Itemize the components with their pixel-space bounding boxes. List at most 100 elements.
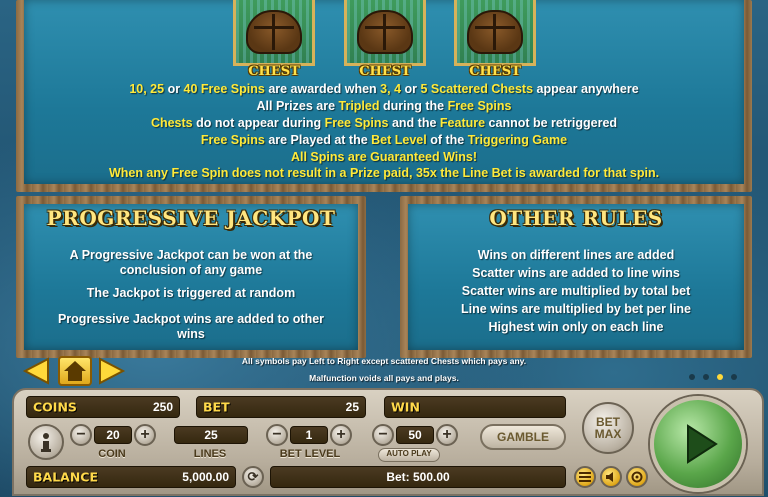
highlight-text: Bet Level [371,133,427,147]
home-icon [64,361,86,381]
chest-label-1: CHEST [248,64,300,79]
rule-line: Free Spins are Played at the Bet Level o… [26,133,742,147]
total-bet-value: Bet: 500.00 [386,470,450,484]
progressive-text-1: A Progressive Jackpot can be won at the … [69,248,313,277]
bet-label: BET [203,399,230,415]
bet-max-button[interactable]: BET MAX [582,402,634,454]
speaker-icon [606,472,613,482]
progressive-jackpot-title: PROGRESSIVE JACKPOT [46,206,336,230]
bet-level-value: 1 [305,428,313,442]
highlight-text: Chests [150,116,193,130]
chest-icon [357,10,413,54]
other-rules-title: OTHER RULES [489,206,663,230]
previous-page-button[interactable] [22,357,52,385]
rule-text: are Played at the [264,133,372,147]
coin-decrease-button[interactable]: − [70,424,92,446]
autoplay-value: 50 [408,428,422,442]
coins-display: COINS 250 [26,396,180,418]
settings-icon [631,471,643,483]
balance-value: 5,000.00 [182,470,229,484]
other-rule-1: Wins on different lines are added [477,248,675,262]
highlight-text: Feature [439,116,486,130]
autoplay-increase-button[interactable]: + [436,424,458,446]
progressive-text-3: Progressive Jackpot wins are added to ot… [57,312,325,341]
rule-text: and the [388,116,440,130]
settings-button[interactable] [626,466,648,488]
bet-level-increase-button[interactable]: + [330,424,352,446]
rule-text: of the [426,133,468,147]
rule-text: do not appear during [192,116,325,130]
autoplay-button[interactable]: AUTO PLAY [378,448,440,462]
lines-label: LINES [193,448,227,460]
coin-display: 20 [94,426,132,444]
bet-level-label: BET LEVEL [279,448,341,460]
bet-max-label: BET MAX [594,415,622,441]
other-rule-4: Line wins are multiplied by bet per line [461,302,691,316]
chest-icon [246,10,302,54]
chest-symbol-2 [344,0,426,66]
info-button[interactable] [28,424,64,460]
next-page-button[interactable] [96,357,126,385]
autoplay-decrease-button[interactable]: − [372,424,394,446]
gamble-button[interactable]: GAMBLE [480,424,566,450]
play-icon [687,424,718,464]
rule-line: When any Free Spin does not result in a … [26,166,742,180]
progressive-text-2: The Jackpot is triggered at random [86,286,296,300]
highlight-text: 40 Free Spins [183,82,265,96]
rule-text: cannot be retriggered [485,116,618,130]
rule-text: or [164,82,184,96]
rule-text: appear anywhere [533,82,639,96]
bet-display: BET 25 [196,396,366,418]
rule-text: All Prizes are [256,99,339,113]
balance-label: BALANCE [33,469,99,485]
refresh-icon: ⟳ [247,469,259,484]
rule-line: All Spins are Guaranteed Wins! [26,150,742,164]
sound-button[interactable] [600,466,622,488]
chest-symbol-1 [233,0,315,66]
highlight-text: 10, 25 [129,82,165,96]
coin-value: 20 [106,428,120,442]
rule-line: All Prizes are Tripled during the Free S… [26,99,742,113]
coin-increase-button[interactable]: + [134,424,156,446]
rule-text: are awarded when [264,82,381,96]
coin-label: COIN [98,448,126,460]
rule-line: 10, 25 or 40 Free Spins are awarded when… [26,82,742,96]
chest-label-3: CHEST [469,64,521,79]
total-bet-display: Bet: 500.00 [270,466,566,488]
bet-level-display: 1 [290,426,328,444]
other-rule-2: Scatter wins are added to line wins [472,266,680,280]
page-indicator [689,374,737,380]
menu-button[interactable] [574,466,596,488]
info-icon [41,433,51,452]
bet-level-decrease-button[interactable]: − [266,424,288,446]
highlight-text: Tripled [338,99,380,113]
menu-icon [579,472,591,482]
highlight-text: Free Spins [200,133,265,147]
other-rule-5: Highest win only on each line [488,320,664,334]
highlight-text: 5 Scattered Chests [420,82,534,96]
rule-text: or [401,82,421,96]
home-button[interactable] [58,356,92,386]
other-rules-panel: OTHER RULES Wins on different lines are … [408,204,744,350]
spin-button[interactable] [650,396,746,492]
highlight-text: Free Spins [324,116,389,130]
lines-value: 25 [204,428,218,442]
autoplay-display: 50 [396,426,434,444]
coins-label: COINS [33,399,77,415]
highlight-text: 3, 4 [380,82,402,96]
rule-line: Chests do not appear during Free Spins a… [26,116,742,130]
highlight-text: Triggering Game [467,133,568,147]
win-display: WIN [384,396,566,418]
chest-symbol-3 [454,0,536,66]
rule-text: during the [379,99,448,113]
highlight-text: All Spins are Guaranteed Wins! [290,150,478,164]
other-rule-3: Scatter wins are multiplied by total bet [461,284,691,298]
chest-icon [467,10,523,54]
progressive-jackpot-panel: PROGRESSIVE JACKPOT A Progressive Jackpo… [24,204,358,350]
bet-value: 25 [345,400,359,414]
balance-display: BALANCE 5,000.00 [26,466,236,488]
refresh-balance-button[interactable]: ⟳ [242,466,264,488]
coins-value: 250 [152,400,173,414]
lines-display: 25 [174,426,248,444]
highlight-text: Free Spins [447,99,512,113]
